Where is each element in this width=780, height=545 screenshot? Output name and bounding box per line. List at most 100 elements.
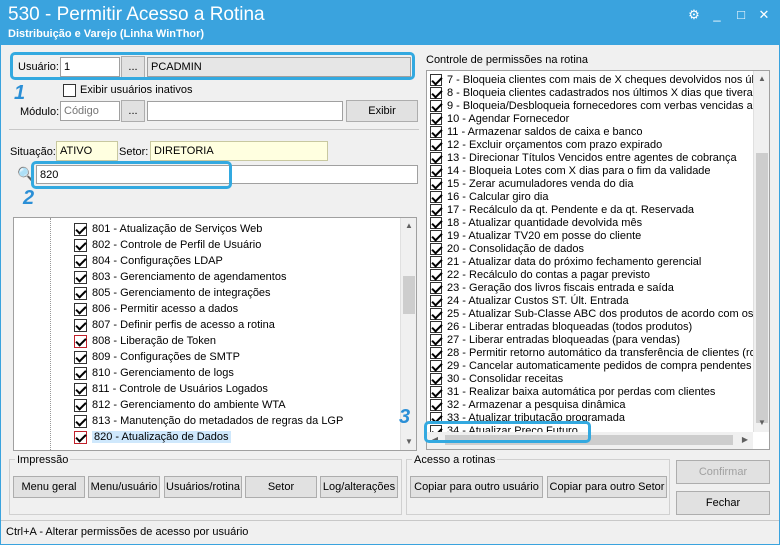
permission-checkbox[interactable] xyxy=(430,230,442,242)
permission-item[interactable]: 10 - Agendar Fornecedor xyxy=(430,113,752,126)
permission-checkbox[interactable] xyxy=(430,399,442,411)
permission-checkbox[interactable] xyxy=(430,386,442,398)
permission-checkbox[interactable] xyxy=(430,295,442,307)
tree-item[interactable]: 812 - Gerenciamento do ambiente WTA xyxy=(14,398,394,414)
permission-checkbox[interactable] xyxy=(430,217,442,229)
permission-checkbox[interactable] xyxy=(430,334,442,346)
print-user-menu-button[interactable]: Menu/usuário xyxy=(88,476,160,498)
print-log-button[interactable]: Log/alterações xyxy=(320,476,398,498)
permissions-vscroll[interactable]: ▲ ▼ xyxy=(753,71,769,432)
permission-item[interactable]: 23 - Geração dos livros fiscais entrada … xyxy=(430,282,752,295)
scroll-thumb[interactable] xyxy=(403,276,415,314)
scroll-up-icon[interactable]: ▲ xyxy=(401,218,416,234)
permission-item[interactable]: 21 - Atualizar data do próximo fechament… xyxy=(430,256,752,269)
settings-icon[interactable]: ⚙ xyxy=(686,8,702,22)
module-code-input[interactable] xyxy=(60,101,120,121)
confirm-button[interactable]: Confirmar xyxy=(676,460,770,484)
permission-checkbox[interactable] xyxy=(430,321,442,333)
tree-item-checkbox[interactable] xyxy=(74,271,87,284)
tree-item[interactable]: 810 - Gerenciamento de logs xyxy=(14,366,394,382)
tree-item-checkbox[interactable] xyxy=(74,303,87,316)
minimize-icon[interactable]: _ xyxy=(709,8,725,22)
tree-item-checkbox[interactable] xyxy=(74,431,87,444)
permission-checkbox[interactable] xyxy=(430,178,442,190)
tree-item[interactable]: 801 - Atualização de Serviços Web xyxy=(14,222,394,238)
permission-checkbox[interactable] xyxy=(430,269,442,281)
permission-item[interactable]: 31 - Realizar baixa automática por perda… xyxy=(430,386,752,399)
tree-item-checkbox[interactable] xyxy=(74,335,87,348)
copy-to-user-button[interactable]: Copiar para outro usuário xyxy=(410,476,543,498)
permission-checkbox[interactable] xyxy=(430,87,442,99)
permission-checkbox[interactable] xyxy=(430,100,442,112)
permission-item[interactable]: 24 - Atualizar Custos ST. Últ. Entrada xyxy=(430,295,752,308)
copy-to-sector-button[interactable]: Copiar para outro Setor xyxy=(547,476,667,498)
tree-item[interactable]: 807 - Definir perfis de acesso a rotina xyxy=(14,318,394,334)
scroll-down-icon[interactable]: ▼ xyxy=(754,415,769,431)
scroll-down-icon[interactable]: ▼ xyxy=(401,434,416,450)
tree-item[interactable]: 813 - Manutenção do metadados de regras … xyxy=(14,414,394,430)
tree-item-checkbox[interactable] xyxy=(74,239,87,252)
permission-item[interactable]: 27 - Liberar entradas bloqueadas (para v… xyxy=(430,334,752,347)
close-icon[interactable]: ✕ xyxy=(756,8,772,22)
scroll-right-icon[interactable]: ▶ xyxy=(737,432,753,448)
tree-item-checkbox[interactable] xyxy=(74,287,87,300)
print-sector-button[interactable]: Setor xyxy=(245,476,317,498)
tree-item-checkbox[interactable] xyxy=(74,255,87,268)
permission-item[interactable]: 8 - Bloqueia clientes cadastrados nos úl… xyxy=(430,87,769,100)
permission-checkbox[interactable] xyxy=(430,113,442,125)
permission-item[interactable]: 22 - Recálculo do contas a pagar previst… xyxy=(430,269,752,282)
permission-checkbox[interactable] xyxy=(430,282,442,294)
tree-item[interactable]: 804 - Configurações LDAP xyxy=(14,254,394,270)
tree-item[interactable]: 811 - Controle de Usuários Logados xyxy=(14,382,394,398)
permission-checkbox[interactable] xyxy=(430,139,442,151)
permission-item[interactable]: 20 - Consolidação de dados xyxy=(430,243,752,256)
permission-item[interactable]: 18 - Atualizar quantidade devolvida mês xyxy=(430,217,752,230)
permission-checkbox[interactable] xyxy=(430,152,442,164)
permission-checkbox[interactable] xyxy=(430,126,442,138)
permission-item[interactable]: 29 - Cancelar automaticamente pedidos de… xyxy=(430,360,752,373)
permission-item[interactable]: 16 - Calcular giro dia xyxy=(430,191,752,204)
permission-checkbox[interactable] xyxy=(430,347,442,359)
permission-checkbox[interactable] xyxy=(430,191,442,203)
permission-item[interactable]: 19 - Atualizar TV20 em posse do cliente xyxy=(430,230,752,243)
tree-item[interactable]: 806 - Permitir acesso a dados xyxy=(14,302,394,318)
permission-item[interactable]: 28 - Permitir retorno automático da tran… xyxy=(430,347,759,360)
tree-item-checkbox[interactable] xyxy=(74,415,87,428)
tree-item[interactable]: 808 - Liberação de Token xyxy=(14,334,394,350)
scroll-thumb[interactable] xyxy=(756,153,768,423)
tree-item-checkbox[interactable] xyxy=(74,399,87,412)
permission-checkbox[interactable] xyxy=(430,256,442,268)
maximize-icon[interactable]: □ xyxy=(733,8,749,22)
permission-checkbox[interactable] xyxy=(430,165,442,177)
tree-item-checkbox[interactable] xyxy=(74,351,87,364)
permission-item[interactable]: 32 - Armazenar a pesquisa dinâmica xyxy=(430,399,752,412)
tree-item-checkbox[interactable] xyxy=(74,319,87,332)
permission-checkbox[interactable] xyxy=(430,373,442,385)
permission-item[interactable]: 25 - Atualizar Sub-Classe ABC dos produt… xyxy=(430,308,769,321)
close-button[interactable]: Fechar xyxy=(676,491,770,515)
permission-item[interactable]: 17 - Recálculo da qt. Pendente e da qt. … xyxy=(430,204,752,217)
print-users-routine-button[interactable]: Usuários/rotina xyxy=(164,476,242,498)
permission-item[interactable]: 13 - Direcionar Títulos Vencidos entre a… xyxy=(430,152,752,165)
permission-item[interactable]: 15 - Zerar acumuladores venda do dia xyxy=(430,178,752,191)
show-inactive-checkbox[interactable] xyxy=(63,84,76,97)
tree-item-checkbox[interactable] xyxy=(74,383,87,396)
permission-checkbox[interactable] xyxy=(430,243,442,255)
permission-checkbox[interactable] xyxy=(430,204,442,216)
tree-item[interactable]: 809 - Configurações de SMTP xyxy=(14,350,394,366)
permission-item[interactable]: 30 - Consolidar receitas xyxy=(430,373,752,386)
scroll-up-icon[interactable]: ▲ xyxy=(754,71,769,87)
permission-item[interactable]: 12 - Excluir orçamentos com prazo expira… xyxy=(430,139,752,152)
tree-item[interactable]: 805 - Gerenciamento de integrações xyxy=(14,286,394,302)
show-module-button[interactable]: Exibir xyxy=(346,100,418,122)
permission-item[interactable]: 11 - Armazenar saldos de caixa e banco xyxy=(430,126,752,139)
module-lookup-button[interactable]: ... xyxy=(121,100,145,122)
permission-checkbox[interactable] xyxy=(430,308,442,320)
print-general-menu-button[interactable]: Menu geral xyxy=(13,476,85,498)
permission-checkbox[interactable] xyxy=(430,74,442,86)
permission-item[interactable]: 26 - Liberar entradas bloqueadas (todos … xyxy=(430,321,752,334)
permission-item[interactable]: 9 - Bloqueia/Desbloqueia fornecedores co… xyxy=(430,100,765,113)
permission-item[interactable]: 14 - Bloqueia Lotes com X dias para o fi… xyxy=(430,165,752,178)
tree-item[interactable]: 802 - Controle de Perfil de Usuário xyxy=(14,238,394,254)
permission-checkbox[interactable] xyxy=(430,360,442,372)
